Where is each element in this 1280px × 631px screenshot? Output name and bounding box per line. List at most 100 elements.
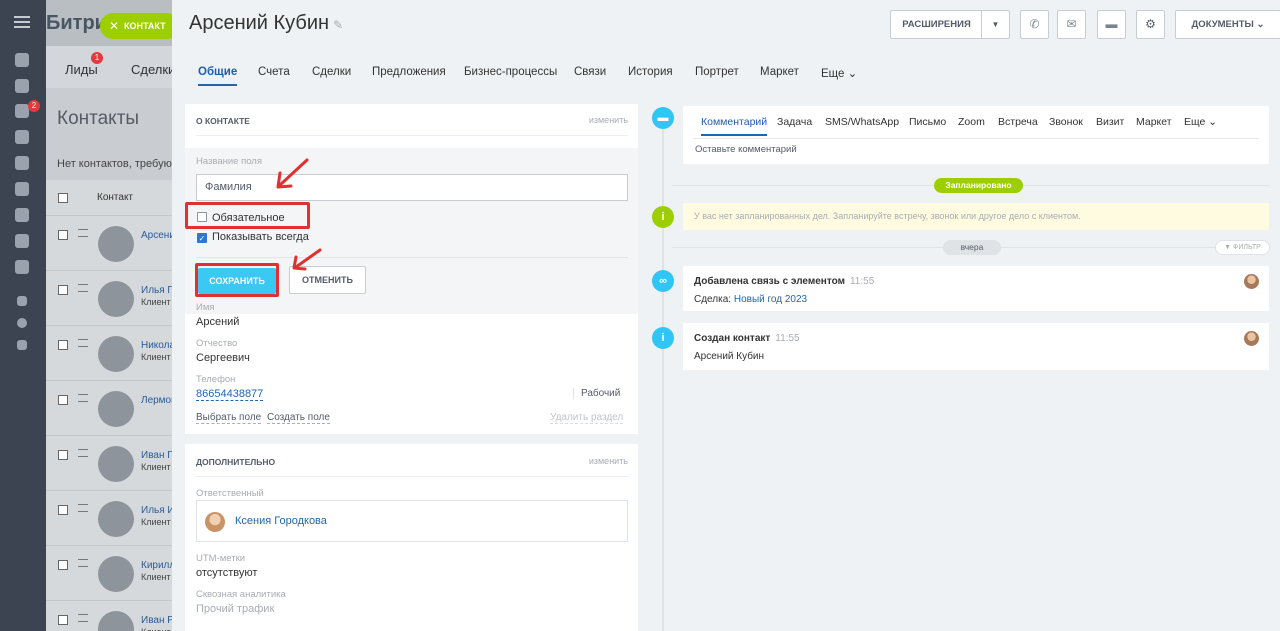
phone-value[interactable]: 86654438877: [196, 388, 264, 401]
left-menu: 2: [0, 0, 46, 631]
select-field-link[interactable]: Выбрать поле: [196, 412, 262, 424]
edit-section-link[interactable]: изменить: [589, 115, 628, 125]
mail-button[interactable]: ✉: [1057, 10, 1086, 39]
ctab-email[interactable]: Письмо: [909, 116, 946, 128]
table-row[interactable]: Илья И Клиент: [46, 491, 176, 546]
pencil-icon[interactable]: ✎: [333, 18, 343, 32]
filter-label: ФИЛЬТР: [1233, 244, 1261, 251]
documents-button[interactable]: ДОКУМЕНТЫ ⌄: [1175, 10, 1280, 39]
row-checkbox[interactable]: [58, 505, 68, 515]
chat-button[interactable]: ▬: [1097, 10, 1126, 39]
table-row[interactable]: Кирилл Клиент: [46, 546, 176, 601]
table-row[interactable]: Лермон: [46, 381, 177, 436]
deal-link[interactable]: Новый год 2023: [734, 294, 807, 305]
ctab-market[interactable]: Маркет: [1136, 116, 1172, 128]
row-menu-icon[interactable]: [78, 559, 88, 567]
row-checkbox[interactable]: [58, 560, 68, 570]
tab-portrait[interactable]: Портрет: [695, 66, 739, 78]
field-name-label: Название поля: [196, 156, 262, 167]
row-menu-icon[interactable]: [78, 229, 88, 237]
row-checkbox[interactable]: [58, 230, 68, 240]
ctab-sms[interactable]: SMS/WhatsApp: [825, 116, 899, 128]
select-all-checkbox[interactable]: [58, 193, 68, 203]
row-menu-icon[interactable]: [78, 449, 88, 457]
contact-name[interactable]: Иван Р: [141, 615, 174, 626]
utm-value: отсутствуют: [196, 567, 258, 579]
analytics-label: Сквозная аналитика: [196, 589, 286, 600]
row-menu-icon[interactable]: [78, 614, 88, 622]
tab-deals[interactable]: Сделки: [312, 66, 351, 78]
responsible-name[interactable]: Ксения Городкова: [235, 515, 327, 527]
extensions-button[interactable]: РАСШИРЕНИЯ ▼: [890, 10, 1010, 39]
ctab-meeting[interactable]: Встреча: [998, 116, 1038, 128]
table-row[interactable]: Иван РКлиент: [46, 601, 176, 631]
tab-history[interactable]: История: [628, 66, 673, 78]
event-body-label: Сделка:: [694, 294, 732, 305]
ctab-zoom[interactable]: Zoom: [958, 116, 985, 128]
menu-item-icon[interactable]: [15, 130, 29, 144]
delete-section-link[interactable]: Удалить раздел: [550, 412, 624, 424]
row-checkbox[interactable]: [58, 340, 68, 350]
row-checkbox[interactable]: [58, 285, 68, 295]
nav-deals[interactable]: Сделки: [131, 62, 175, 77]
ctab-comment[interactable]: Комментарий: [701, 116, 768, 136]
field-name-input[interactable]: Фамилия: [196, 174, 628, 201]
tab-business-processes[interactable]: Бизнес-процессы: [464, 66, 557, 78]
menu-item-icon[interactable]: [15, 79, 29, 93]
filter-icon[interactable]: [15, 104, 29, 118]
menu-icon[interactable]: [14, 16, 30, 28]
ctab-more[interactable]: Еще ⌄: [1184, 116, 1217, 128]
close-slider-button[interactable]: ✕ КОНТАКТ: [100, 13, 180, 39]
menu-item-icon[interactable]: [15, 53, 29, 67]
always-show-checkbox[interactable]: ✓ Показывать всегда: [197, 231, 309, 243]
menu-item-icon[interactable]: [15, 260, 29, 274]
comment-input[interactable]: Оставьте комментарий: [695, 144, 797, 155]
filter-button[interactable]: ▼ ФИЛЬТР: [1215, 240, 1270, 255]
contact-name[interactable]: Кирилл: [141, 560, 175, 571]
menu-item-icon[interactable]: [15, 208, 29, 222]
checkbox-checked[interactable]: ✓: [197, 233, 207, 243]
create-field-link[interactable]: Создать поле: [267, 412, 330, 424]
row-menu-icon[interactable]: [78, 284, 88, 292]
contact-name[interactable]: Никола: [141, 340, 175, 351]
menu-item-icon[interactable]: [15, 182, 29, 196]
ctab-call[interactable]: Звонок: [1049, 116, 1083, 128]
sitemap-icon[interactable]: [17, 296, 27, 306]
row-menu-icon[interactable]: [78, 394, 88, 402]
row-checkbox[interactable]: [58, 395, 68, 405]
settings-button[interactable]: ⚙: [1136, 10, 1165, 39]
table-row[interactable]: Иван Гр Клиент: [46, 436, 178, 491]
tab-market[interactable]: Маркет: [760, 66, 799, 78]
ctab-visit[interactable]: Визит: [1096, 116, 1124, 128]
contact-name[interactable]: Илья П: [141, 285, 175, 296]
event-body: Сделка: Новый год 2023: [694, 294, 807, 305]
table-row[interactable]: Илья П Клиент: [46, 271, 176, 326]
chevron-down-icon[interactable]: ▼: [981, 11, 1009, 38]
row-checkbox[interactable]: [58, 450, 68, 460]
tab-quotes[interactable]: Предложения: [372, 66, 446, 78]
table-row[interactable]: Никола Клиент: [46, 326, 176, 381]
menu-item-icon[interactable]: [15, 234, 29, 248]
responsible-box[interactable]: Ксения Городкова: [196, 500, 628, 542]
contact-name[interactable]: Илья И: [141, 505, 175, 516]
edit-section-link[interactable]: изменить: [589, 456, 628, 466]
contact-name[interactable]: Арсени: [141, 230, 175, 241]
nav-leads[interactable]: Лиды: [65, 62, 98, 77]
gear-icon[interactable]: [17, 318, 27, 328]
chevron-down-icon: ⌄: [1208, 116, 1218, 128]
tab-invoices[interactable]: Счета: [258, 66, 290, 78]
cart-icon[interactable]: [15, 156, 29, 170]
row-menu-icon[interactable]: [78, 339, 88, 347]
row-checkbox[interactable]: [58, 615, 68, 625]
tab-more[interactable]: Еще ⌄: [821, 66, 857, 80]
ctab-task[interactable]: Задача: [777, 116, 812, 128]
name-label: Имя: [196, 302, 215, 313]
page-title: Контакты: [57, 108, 140, 129]
tab-links[interactable]: Связи: [574, 66, 606, 78]
timeline-line: [662, 110, 664, 631]
tab-general[interactable]: Общие: [198, 66, 238, 86]
plus-icon[interactable]: [17, 340, 27, 350]
phone-button[interactable]: ✆: [1020, 10, 1049, 39]
table-row[interactable]: Арсени: [46, 216, 176, 271]
row-menu-icon[interactable]: [78, 504, 88, 512]
